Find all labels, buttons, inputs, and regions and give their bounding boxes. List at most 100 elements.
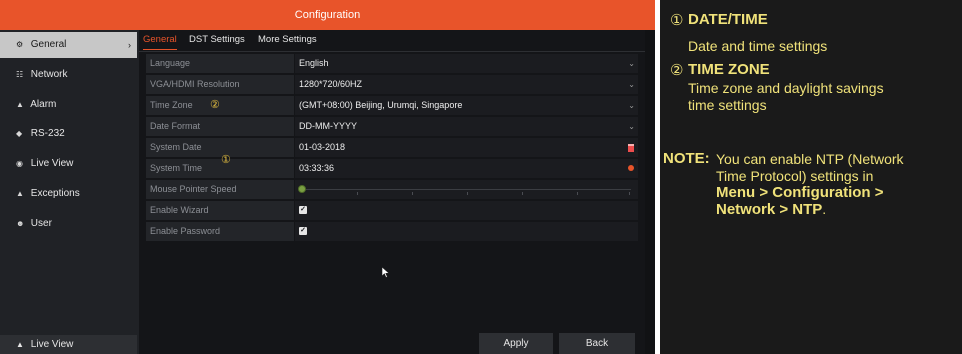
mouse-speed-row: Mouse Pointer Speed (146, 180, 638, 200)
notes-panel: ① DATE/TIME Date and time settings ② TIM… (660, 0, 962, 354)
sidebar-item-label: User (30, 218, 52, 229)
system-date-label: System Date (146, 138, 294, 157)
clock-icon[interactable] (628, 165, 634, 171)
resolution-row: VGA/HDMI Resolution 1280*720/60HZ ⌄ (146, 75, 638, 95)
note-marker-1: ① (670, 12, 684, 29)
note-label: NOTE: (663, 150, 710, 167)
note-line-4: Network > NTP. (716, 201, 826, 219)
home-icon: ▲ (16, 340, 24, 349)
time-zone-row: Time Zone ② (GMT+08:00) Beijing, Urumqi,… (146, 96, 638, 116)
eye-icon: ◉ (16, 159, 23, 168)
configuration-window: Configuration ⚙ General › ☷ Network ▲ Al… (0, 0, 655, 354)
sidebar-item-alarm[interactable]: ▲ Alarm (0, 92, 137, 118)
date-format-value: DD-MM-YYYY (299, 121, 357, 131)
enable-password-checkbox[interactable]: ✓ (299, 227, 307, 235)
note-line-2: Time Protocol) settings in (716, 168, 874, 184)
date-format-row: Date Format DD-MM-YYYY ⌄ (146, 117, 638, 137)
language-select[interactable]: English ⌄ (295, 54, 638, 73)
resolution-label: VGA/HDMI Resolution (146, 75, 294, 94)
live-view-button[interactable]: ▲ Live View (0, 335, 137, 354)
chevron-down-icon: ⌄ (628, 80, 635, 89)
chevron-down-icon: ⌄ (628, 122, 635, 131)
note-title-date-time: DATE/TIME (688, 11, 768, 28)
note-text-date-time: Date and time settings (688, 38, 828, 54)
resolution-value: 1280*720/60HZ (299, 79, 363, 89)
system-time-row: System Time ① 03:33:36 (146, 154, 638, 179)
language-value: English (299, 58, 329, 68)
warning-icon: ▲ (16, 189, 24, 198)
note-line-3: Menu > Configuration > (716, 184, 884, 201)
enable-wizard-checkbox[interactable]: ✓ (299, 206, 307, 214)
date-format-select[interactable]: DD-MM-YYYY ⌄ (295, 117, 638, 136)
note-line-4-bold: Network > NTP (716, 201, 823, 218)
language-label: Language (146, 54, 294, 73)
live-view-label: Live View (30, 339, 74, 350)
sidebar-item-label: Alarm (30, 99, 57, 110)
sidebar-item-general[interactable]: ⚙ General › (0, 32, 137, 58)
language-row: Language English ⌄ (146, 54, 638, 74)
system-time-field[interactable]: 03:33:36 (295, 159, 638, 178)
time-zone-value: (GMT+08:00) Beijing, Urumqi, Singapore (299, 100, 463, 110)
sidebar-item-network[interactable]: ☷ Network (0, 62, 137, 88)
tab-dst-settings[interactable]: DST Settings (189, 30, 245, 51)
tab-more-settings[interactable]: More Settings (258, 30, 317, 51)
enable-wizard-row: Enable Wizard ✓ (146, 201, 638, 221)
system-time-value: 03:33:36 (299, 163, 335, 173)
tab-general[interactable]: General (143, 30, 177, 51)
slider-tick (577, 192, 578, 195)
mouse-speed-slider[interactable] (295, 180, 638, 199)
sidebar-item-exceptions[interactable]: ▲ Exceptions (0, 181, 137, 207)
calendar-icon[interactable] (628, 144, 634, 152)
slider-handle[interactable] (298, 185, 306, 193)
gear-icon: ⚙ (16, 40, 24, 49)
tab-bar: General DST Settings More Settings (139, 30, 645, 51)
enable-password-row: Enable Password ✓ (146, 222, 638, 242)
apply-button[interactable]: Apply (479, 333, 553, 354)
note-line-1: You can enable NTP (Network (716, 151, 904, 167)
note-text-time-zone-line2: time settings (688, 97, 767, 113)
users-icon: ☻ (16, 219, 25, 228)
system-date-value: 01-03-2018 (299, 142, 346, 152)
back-button[interactable]: Back (559, 333, 635, 354)
slider-track (305, 189, 631, 190)
mouse-cursor-icon (382, 267, 390, 278)
sidebar-item-user[interactable]: ☻ User (0, 211, 137, 237)
slider-tick (629, 192, 630, 195)
system-date-row: System Date 01-03-2018 (146, 138, 638, 158)
enable-password-label: Enable Password (146, 222, 294, 241)
time-zone-select[interactable]: (GMT+08:00) Beijing, Urumqi, Singapore ⌄ (295, 96, 638, 115)
rs232-icon: ◆ (16, 129, 23, 138)
mouse-speed-label: Mouse Pointer Speed (146, 180, 294, 199)
system-date-field[interactable]: 01-03-2018 (295, 138, 638, 157)
sidebar: ⚙ General › ☷ Network ▲ Alarm ◆ RS-232 ◉… (0, 30, 139, 354)
slider-tick (357, 192, 358, 195)
enable-wizard-cell: ✓ (295, 201, 638, 220)
date-format-label: Date Format (146, 117, 294, 136)
sidebar-item-live-view[interactable]: ◉ Live View (0, 151, 137, 177)
enable-wizard-label: Enable Wizard (146, 201, 294, 220)
general-settings-form: Language English ⌄ VGA/HDMI Resolution 1… (146, 54, 638, 242)
tab-divider (139, 51, 645, 52)
callout-marker-time-zone: ② (210, 99, 220, 111)
sidebar-item-rs232[interactable]: ◆ RS-232 (0, 121, 137, 147)
note-line-4-tail: . (822, 201, 827, 217)
slider-tick (522, 192, 523, 195)
enable-password-cell: ✓ (295, 222, 638, 241)
sidebar-item-label: Exceptions (30, 188, 80, 199)
resolution-select[interactable]: 1280*720/60HZ ⌄ (295, 75, 638, 94)
time-zone-label: Time Zone (146, 96, 294, 115)
sidebar-item-label: Live View (30, 158, 74, 169)
sidebar-item-label: General (30, 39, 67, 50)
slider-tick (412, 192, 413, 195)
system-time-label: System Time (146, 159, 294, 178)
network-icon: ☷ (16, 70, 24, 79)
window-title: Configuration (0, 0, 655, 30)
callout-marker-date-time: ① (221, 154, 231, 166)
slider-tick (467, 192, 468, 195)
chevron-right-icon: › (128, 40, 131, 50)
note-text-time-zone-line1: Time zone and daylight savings (688, 80, 884, 96)
main-panel: General DST Settings More Settings Langu… (139, 30, 645, 354)
chevron-down-icon: ⌄ (628, 101, 635, 110)
sidebar-item-label: Network (30, 69, 68, 80)
chevron-down-icon: ⌄ (628, 59, 635, 68)
